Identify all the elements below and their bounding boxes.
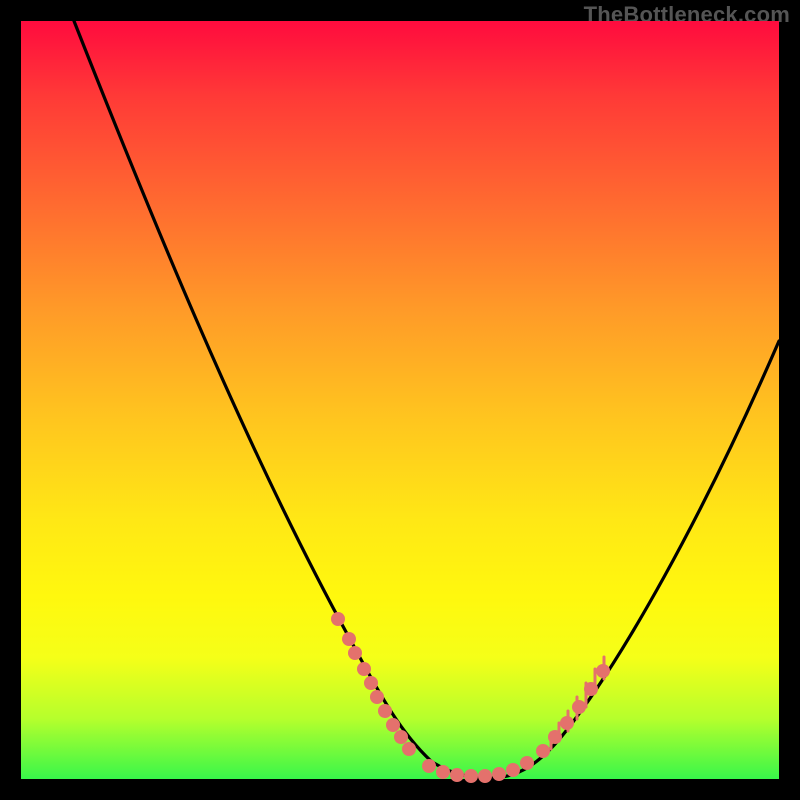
bottleneck-curve [74, 21, 779, 778]
chart-frame: TheBottleneck.com [0, 0, 800, 800]
right-dot-cluster [536, 664, 610, 758]
bottleneck-curve-svg [21, 21, 779, 779]
left-dot-cluster [331, 612, 416, 756]
plot-area [21, 21, 779, 779]
